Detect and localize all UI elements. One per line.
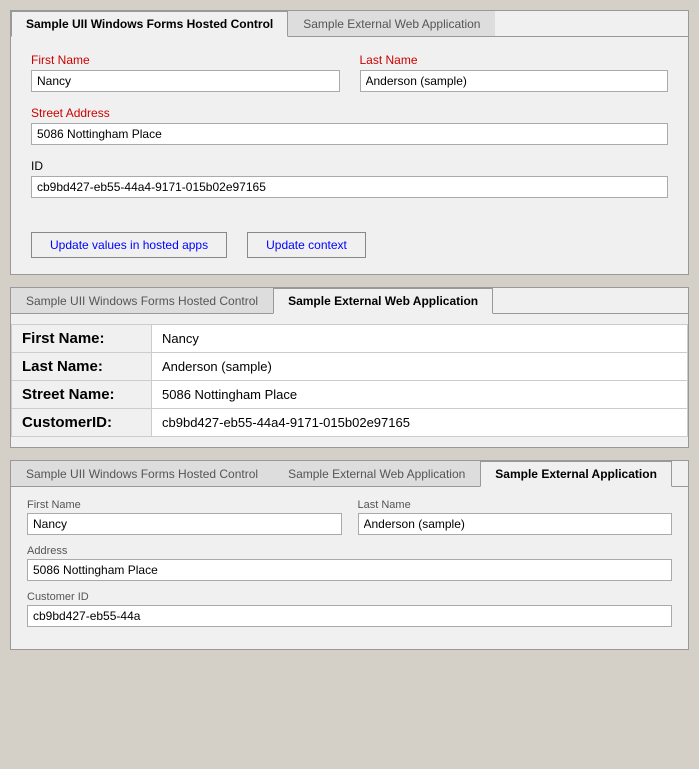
panel1-address-row: Street Address — [31, 106, 668, 145]
panel1-id-label: ID — [31, 159, 668, 173]
panel2-last-name-value: Anderson (sample) — [152, 353, 688, 381]
table-row: CustomerID: cb9bd427-eb55-44a4-9171-015b… — [12, 409, 688, 437]
panel3-first-name-label: First Name — [27, 499, 342, 511]
table-row: First Name: Nancy — [12, 325, 688, 353]
panel3-tab-spacer — [672, 461, 688, 486]
panel1-tab-windows-forms[interactable]: Sample UII Windows Forms Hosted Control — [11, 11, 288, 37]
panel2-first-name-label: First Name: — [12, 325, 152, 353]
panel1-id-group: ID — [31, 159, 668, 198]
panel1-tab-web-app[interactable]: Sample External Web Application — [288, 11, 495, 36]
panel1-update-context-button[interactable]: Update context — [247, 232, 366, 258]
panel3-content: First Name Last Name Address Customer ID — [11, 487, 688, 649]
panel1-last-name-input[interactable] — [360, 70, 669, 92]
panel1-tab-bar: Sample UII Windows Forms Hosted Control … — [11, 11, 688, 37]
panel3: Sample UII Windows Forms Hosted Control … — [10, 460, 689, 650]
panel3-last-name-label: Last Name — [358, 499, 673, 511]
panel3-tab-web-app[interactable]: Sample External Web Application — [273, 461, 480, 486]
panel2-tab-windows-forms[interactable]: Sample UII Windows Forms Hosted Control — [11, 288, 273, 313]
panel2-customer-id-label: CustomerID: — [12, 409, 152, 437]
table-row: Last Name: Anderson (sample) — [12, 353, 688, 381]
panel1-first-name-input[interactable] — [31, 70, 340, 92]
panel2-last-name-label: Last Name: — [12, 353, 152, 381]
panel3-tab-external-app[interactable]: Sample External Application — [480, 461, 672, 487]
panel2-tab-bar: Sample UII Windows Forms Hosted Control … — [11, 288, 688, 314]
panel3-first-name-group: First Name — [27, 499, 342, 535]
table-row: Street Name: 5086 Nottingham Place — [12, 381, 688, 409]
panel2-customer-id-value: cb9bd427-eb55-44a4-9171-015b02e97165 — [152, 409, 688, 437]
panel2-tab-spacer — [493, 288, 688, 313]
panel1-name-row: First Name Last Name — [31, 53, 668, 92]
panel2: Sample UII Windows Forms Hosted Control … — [10, 287, 689, 448]
panel2-street-label: Street Name: — [12, 381, 152, 409]
panel1-first-name-group: First Name — [31, 53, 340, 92]
panel3-last-name-input[interactable] — [358, 513, 673, 535]
panel3-customerid-label: Customer ID — [27, 591, 672, 603]
panel1-id-row: ID — [31, 159, 668, 198]
panel1-id-input[interactable] — [31, 176, 668, 198]
panel1-street-group: Street Address — [31, 106, 668, 145]
panel1-street-input[interactable] — [31, 123, 668, 145]
panel3-address-row: Address — [27, 545, 672, 581]
panel1-last-name-group: Last Name — [360, 53, 669, 92]
panel1-last-name-label: Last Name — [360, 53, 669, 67]
panel2-content: First Name: Nancy Last Name: Anderson (s… — [11, 314, 688, 447]
panel1-tab-spacer — [495, 11, 688, 36]
panel1: Sample UII Windows Forms Hosted Control … — [10, 10, 689, 275]
panel3-customerid-input[interactable] — [27, 605, 672, 627]
panel3-address-group: Address — [27, 545, 672, 581]
panel2-tab-web-app[interactable]: Sample External Web Application — [273, 288, 493, 314]
panel3-tab-bar: Sample UII Windows Forms Hosted Control … — [11, 461, 688, 487]
panel3-address-input[interactable] — [27, 559, 672, 581]
panel1-first-name-label: First Name — [31, 53, 340, 67]
panel3-first-name-input[interactable] — [27, 513, 342, 535]
panel1-content: First Name Last Name Street Address ID U… — [11, 37, 688, 274]
panel3-last-name-group: Last Name — [358, 499, 673, 535]
panel3-customerid-group: Customer ID — [27, 591, 672, 627]
panel2-table: First Name: Nancy Last Name: Anderson (s… — [11, 324, 688, 437]
panel3-customerid-row: Customer ID — [27, 591, 672, 627]
panel3-name-row: First Name Last Name — [27, 499, 672, 535]
panel2-street-value: 5086 Nottingham Place — [152, 381, 688, 409]
panel1-button-row: Update values in hosted apps Update cont… — [31, 232, 668, 258]
panel2-first-name-value: Nancy — [152, 325, 688, 353]
panel3-tab-windows-forms[interactable]: Sample UII Windows Forms Hosted Control — [11, 461, 273, 486]
panel1-spacer — [31, 212, 668, 222]
panel1-street-label: Street Address — [31, 106, 668, 120]
panel3-address-label: Address — [27, 545, 672, 557]
panel1-update-hosted-button[interactable]: Update values in hosted apps — [31, 232, 227, 258]
